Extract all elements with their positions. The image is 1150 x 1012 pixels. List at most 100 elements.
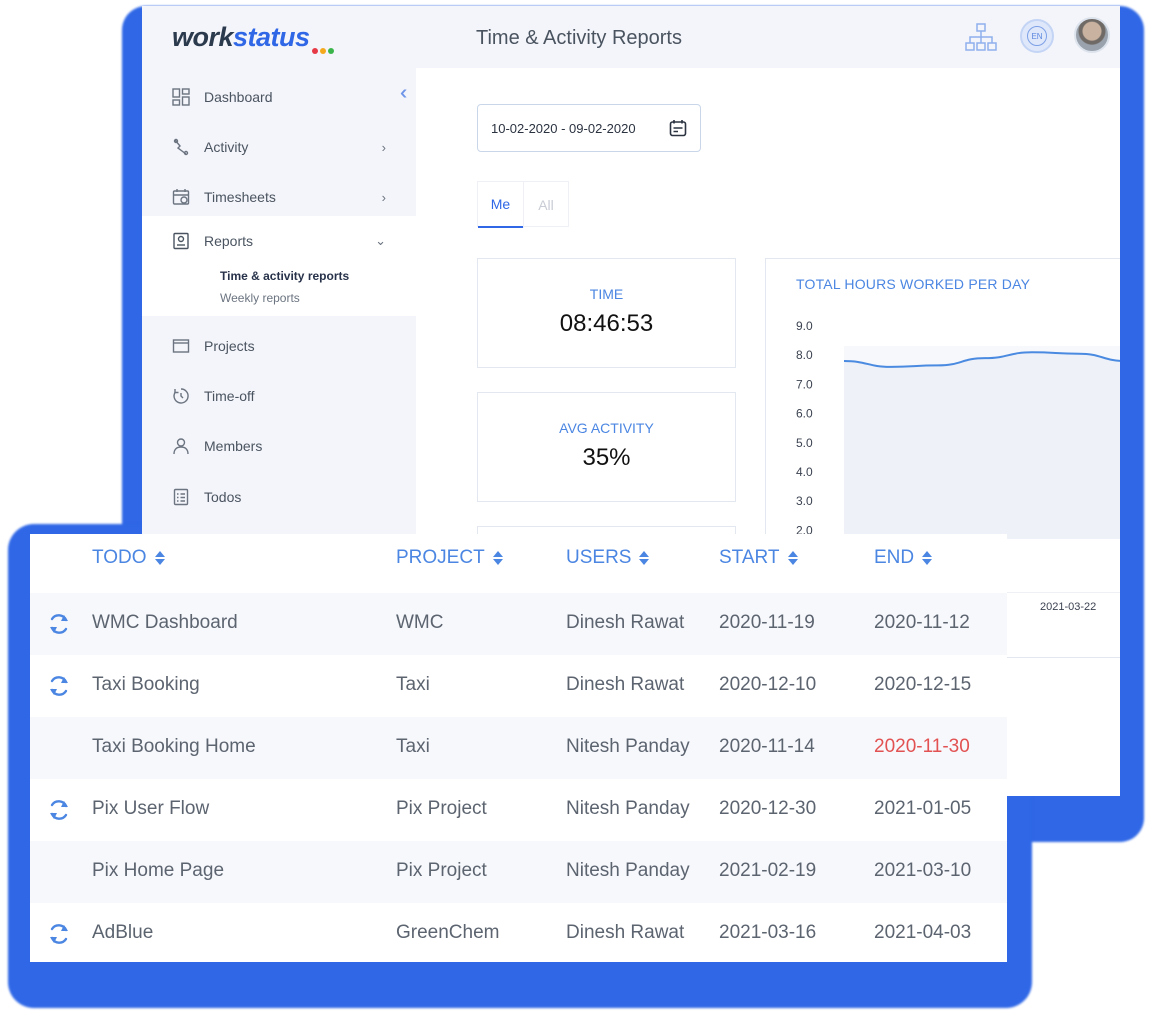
org-chart-icon[interactable] bbox=[964, 22, 998, 52]
tab-all[interactable]: All bbox=[523, 182, 568, 228]
column-header-project[interactable]: PROJECT bbox=[396, 547, 503, 569]
y-tick-label: 8.0 bbox=[796, 348, 813, 362]
logo-dot bbox=[320, 48, 326, 54]
y-tick-label: 4.0 bbox=[796, 465, 813, 479]
chart-x-label: 2021-03-22 bbox=[1040, 601, 1097, 613]
logo-accent-text: status bbox=[233, 22, 310, 52]
cell-user: Nitesh Panday bbox=[566, 736, 690, 757]
cell-end: 2021-03-10 bbox=[874, 860, 972, 881]
column-header-label: TODO bbox=[92, 547, 147, 568]
hours-chart: 9.08.07.06.05.04.03.02.0 bbox=[796, 319, 1120, 539]
chevron-down-icon: ⌄ bbox=[375, 233, 386, 248]
time-value: 08:46:53 bbox=[559, 310, 654, 337]
activity-label: AVG ACTIVITY bbox=[559, 420, 654, 436]
tab-me[interactable]: Me bbox=[478, 182, 523, 228]
report-icon bbox=[172, 232, 190, 250]
sidebar-item-todos[interactable]: Todos bbox=[142, 472, 416, 522]
sidebar-item-timesheets[interactable]: Timesheets › bbox=[142, 172, 416, 222]
y-tick-label: 3.0 bbox=[796, 494, 813, 508]
sidebar-item-members[interactable]: Members bbox=[142, 421, 416, 471]
language-label: EN bbox=[1027, 26, 1047, 46]
sidebar-item-label: Reports bbox=[204, 233, 254, 249]
date-range-picker[interactable]: 10-02-2020 - 09-02-2020 bbox=[477, 104, 701, 152]
sidebar-item-activity[interactable]: Activity › bbox=[142, 122, 416, 172]
sidebar-item-label: Timesheets bbox=[204, 189, 276, 205]
chevron-right-icon: › bbox=[381, 139, 386, 155]
person-icon bbox=[172, 437, 190, 455]
cell-end: 2020-12-15 bbox=[874, 674, 972, 695]
cell-end: 2020-11-12 bbox=[874, 612, 970, 633]
cell-project: Taxi bbox=[396, 674, 430, 695]
sort-icon bbox=[922, 551, 933, 565]
cell-todo: WMC Dashboard bbox=[92, 612, 238, 633]
cell-todo: AdBlue bbox=[92, 922, 154, 943]
column-header-label: START bbox=[719, 547, 780, 568]
cell-project: GreenChem bbox=[396, 922, 500, 943]
cell-todo: Pix Home Page bbox=[92, 860, 225, 881]
scope-tabs: Me All bbox=[477, 181, 569, 228]
sidebar-item-label: Dashboard bbox=[204, 89, 273, 105]
logo-dot bbox=[328, 48, 334, 54]
logo-dots bbox=[312, 41, 336, 59]
cell-start: 2020-12-10 bbox=[719, 674, 817, 695]
y-tick-label: 7.0 bbox=[796, 377, 813, 391]
calendar-icon bbox=[172, 188, 190, 206]
dashboard-icon bbox=[172, 88, 190, 106]
column-header-users[interactable]: USERS bbox=[566, 547, 650, 569]
sidebar-item-dashboard[interactable]: Dashboard bbox=[142, 72, 416, 122]
column-header-label: USERS bbox=[566, 547, 632, 568]
logo-text: work bbox=[172, 22, 234, 52]
cell-start: 2020-11-19 bbox=[719, 612, 815, 633]
language-button[interactable]: EN bbox=[1020, 19, 1054, 53]
cell-project: WMC bbox=[396, 612, 444, 633]
table-row[interactable]: Pix User Flow Pix Project Nitesh Panday 202… bbox=[30, 779, 1007, 841]
sidebar-item-label: Members bbox=[204, 438, 263, 454]
series-area bbox=[844, 352, 1120, 539]
sidebar-item-label: Projects bbox=[204, 338, 255, 354]
cell-user: Nitesh Panday bbox=[566, 860, 690, 881]
sidebar-item-projects[interactable]: Projects bbox=[142, 321, 416, 371]
sort-icon bbox=[154, 551, 165, 565]
stage: workstatus Time & Activity Reports EN ‹‹ bbox=[0, 0, 1150, 1012]
refresh-icon bbox=[50, 800, 68, 820]
cell-user: Dinesh Rawat bbox=[566, 922, 685, 943]
todo-table: TODO PROJECT USERS START END WMC Dashboa… bbox=[30, 534, 1007, 962]
cell-todo: Taxi Booking bbox=[92, 674, 200, 695]
sidebar-subitem-time-activity[interactable]: Time & activity reports bbox=[220, 269, 349, 283]
table-row[interactable]: WMC Dashboard WMC Dinesh Rawat 2020-11-19 20… bbox=[30, 593, 1007, 655]
column-header-todo[interactable]: TODO bbox=[92, 547, 165, 569]
table-row[interactable]: Taxi Booking Home Taxi Nitesh Panday 2020-1… bbox=[30, 717, 1007, 779]
table-row[interactable]: AdBlue GreenChem Dinesh Rawat 2021-03-16 202… bbox=[30, 903, 1007, 962]
column-header-start[interactable]: START bbox=[719, 547, 798, 569]
y-tick-label: 6.0 bbox=[796, 407, 813, 421]
calendar-icon bbox=[669, 120, 687, 137]
sidebar-item-time-off[interactable]: Time-off bbox=[142, 371, 416, 421]
sort-icon bbox=[492, 551, 503, 565]
table-row[interactable]: Pix Home Page Pix Project Nitesh Panday 202… bbox=[30, 841, 1007, 903]
cell-todo: Taxi Booking Home bbox=[92, 736, 256, 757]
sidebar-item-label: Time-off bbox=[204, 388, 255, 404]
logo[interactable]: workstatus bbox=[172, 22, 310, 53]
time-card: TIME 08:46:53 bbox=[477, 258, 736, 368]
sidebar-item-label: Activity bbox=[204, 139, 249, 155]
y-tick-label: 5.0 bbox=[796, 436, 813, 450]
avatar[interactable] bbox=[1074, 17, 1110, 53]
cell-start: 2020-11-14 bbox=[719, 736, 815, 757]
sidebar-item-label: Todos bbox=[204, 489, 242, 505]
activity-value: 35% bbox=[582, 444, 631, 471]
column-header-end[interactable]: END bbox=[874, 547, 933, 569]
refresh-icon bbox=[50, 614, 68, 634]
refresh-icon bbox=[50, 924, 68, 944]
activity-icon bbox=[172, 138, 190, 156]
sidebar-item-reports[interactable]: Reports ⌄ bbox=[142, 216, 416, 266]
table-header: TODO PROJECT USERS START END bbox=[30, 534, 1007, 593]
sort-icon bbox=[639, 551, 650, 565]
table-row[interactable]: Taxi Booking Taxi Dinesh Rawat 2020-12-10 20… bbox=[30, 655, 1007, 717]
sort-icon bbox=[787, 551, 798, 565]
column-header-label: PROJECT bbox=[396, 547, 485, 568]
chart-title: TOTAL HOURS WORKED PER DAY bbox=[796, 276, 1031, 292]
cell-end: 2020-11-30 bbox=[874, 736, 970, 757]
sidebar-subitem-weekly[interactable]: Weekly reports bbox=[220, 291, 300, 305]
cell-start: 2021-02-19 bbox=[719, 860, 817, 881]
logo-dot bbox=[312, 48, 318, 54]
